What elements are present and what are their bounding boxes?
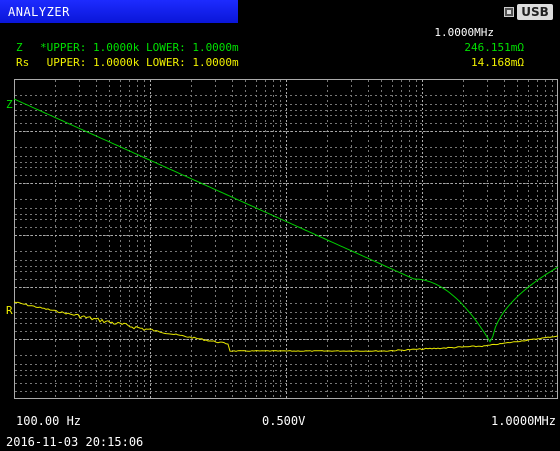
z-trace-marker: Z — [6, 98, 13, 111]
usb-indicator: USB — [504, 4, 554, 20]
trace-rs-name: Rs — [16, 56, 30, 69]
usb-label: USB — [517, 4, 553, 20]
trace-z-limits: *UPPER: 1.0000k LOWER: 1.0000m — [40, 41, 239, 54]
trace-rs-value: 14.168mΩ — [471, 56, 524, 69]
app-title: ANALYZER — [8, 5, 70, 19]
r-trace-marker: R — [6, 304, 13, 317]
measurement-frequency: 1.0000MHz — [434, 26, 494, 39]
usb-plug-icon — [504, 7, 514, 17]
trace-z-value: 246.151mΩ — [464, 41, 524, 54]
title-bar: ANALYZER — [0, 0, 238, 24]
trace-rs-limits: UPPER: 1.0000k LOWER: 1.0000m — [40, 56, 239, 69]
plot-canvas — [14, 79, 559, 399]
timestamp: 2016-11-03 20:15:06 — [6, 435, 144, 449]
signal-level: 0.500V — [262, 414, 306, 428]
start-frequency: 100.00 Hz — [16, 414, 82, 428]
stop-frequency: 1.0000MHz — [490, 414, 556, 428]
trace-z-name: Z — [16, 41, 23, 54]
impedance-plot — [14, 79, 560, 399]
plot-grid — [15, 80, 557, 398]
